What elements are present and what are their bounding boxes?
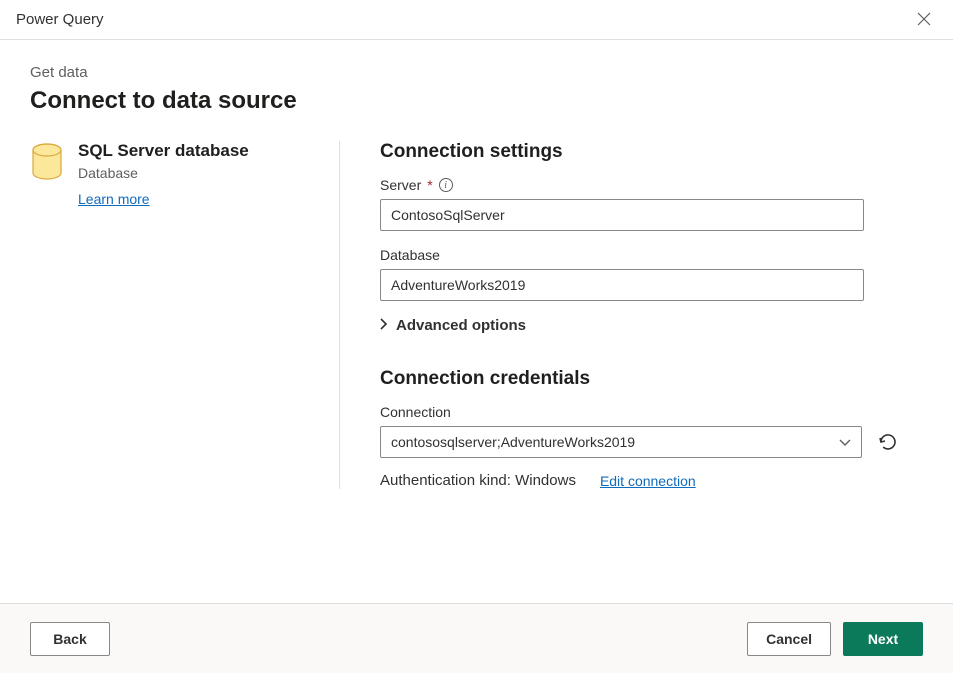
connection-settings-title: Connection settings	[380, 141, 900, 163]
dialog-content: Get data Connect to data source SQL Serv…	[0, 40, 953, 603]
advanced-options-label: Advanced options	[396, 317, 526, 334]
required-indicator: *	[427, 177, 432, 193]
connection-select-value: contososqlserver;AdventureWorks2019	[391, 434, 635, 450]
edit-connection-link[interactable]: Edit connection	[600, 473, 696, 489]
breadcrumb: Get data	[30, 64, 923, 81]
server-label: Server * i	[380, 177, 900, 193]
connection-select[interactable]: contososqlserver;AdventureWorks2019	[380, 426, 862, 458]
titlebar: Power Query	[0, 0, 953, 40]
source-subtitle: Database	[78, 165, 315, 181]
next-button[interactable]: Next	[843, 622, 923, 656]
server-input[interactable]	[380, 199, 864, 231]
info-icon[interactable]: i	[439, 178, 453, 192]
learn-more-link[interactable]: Learn more	[78, 191, 150, 207]
dialog-footer: Back Cancel Next	[0, 603, 953, 673]
titlebar-title: Power Query	[16, 11, 104, 28]
back-button[interactable]: Back	[30, 622, 110, 656]
connection-label: Connection	[380, 404, 900, 420]
close-button[interactable]	[911, 7, 937, 33]
advanced-options-toggle[interactable]: Advanced options	[380, 317, 900, 334]
source-summary-panel: SQL Server database Database Learn more	[30, 141, 340, 489]
connection-form: Connection settings Server * i Database …	[340, 141, 900, 489]
chevron-down-icon	[839, 434, 851, 450]
server-label-text: Server	[380, 177, 421, 193]
connection-field-group: Connection contososqlserver;AdventureWor…	[380, 404, 900, 458]
database-field-group: Database	[380, 247, 900, 301]
auth-row: Authentication kind: Windows Edit connec…	[380, 472, 900, 489]
close-icon	[917, 12, 931, 26]
server-field-group: Server * i	[380, 177, 900, 231]
database-input[interactable]	[380, 269, 864, 301]
cancel-button[interactable]: Cancel	[747, 622, 831, 656]
chevron-right-icon	[380, 318, 388, 333]
page-title: Connect to data source	[30, 87, 923, 115]
auth-kind-text: Authentication kind: Windows	[380, 472, 576, 489]
database-label: Database	[380, 247, 900, 263]
refresh-button[interactable]	[876, 430, 900, 454]
connection-credentials-title: Connection credentials	[380, 368, 900, 390]
refresh-icon	[878, 432, 898, 452]
database-icon	[30, 143, 64, 489]
source-heading: SQL Server database	[78, 141, 315, 161]
